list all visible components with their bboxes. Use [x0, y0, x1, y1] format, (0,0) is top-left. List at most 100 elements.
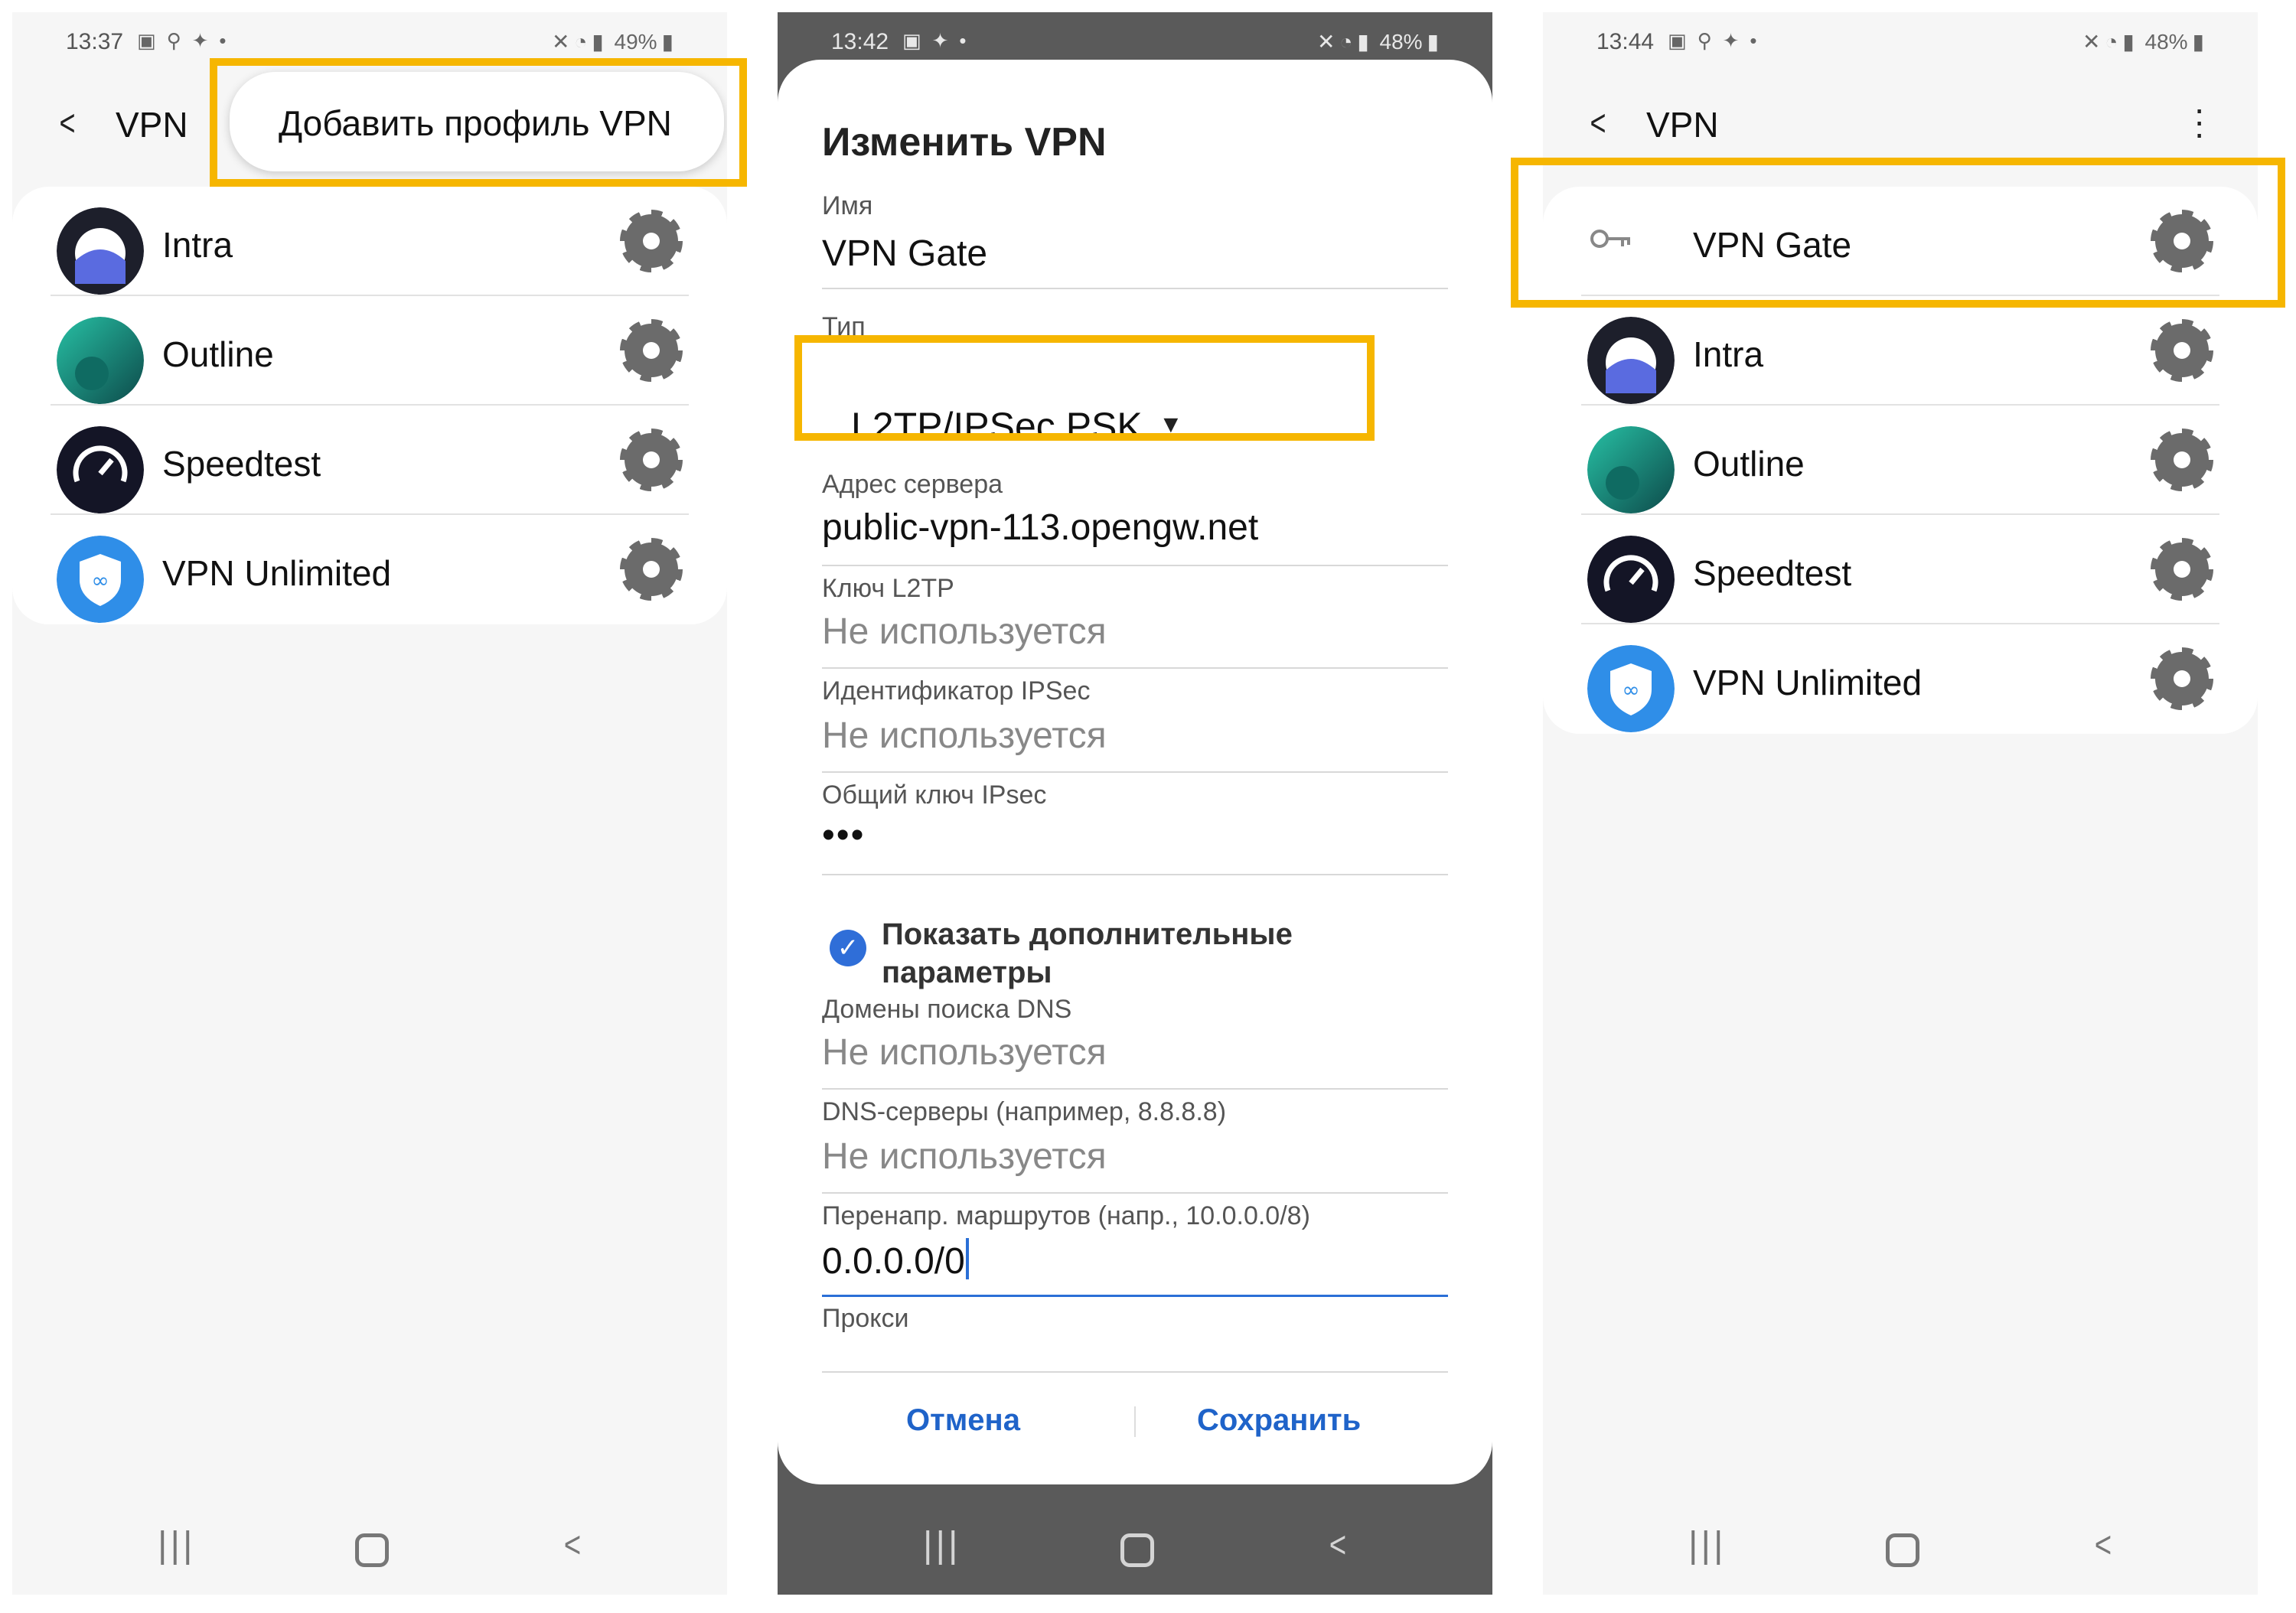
routes-input[interactable]: 0.0.0.0/0 — [822, 1238, 969, 1282]
mute-icon: ✕ — [551, 30, 570, 54]
list-item-label: Intra — [1693, 334, 1764, 374]
mute-icon: ✕ — [2082, 30, 2101, 54]
list-item-label: VPN Unlimited — [1693, 663, 1923, 702]
intra-app-icon — [1587, 317, 1675, 404]
list-item[interactable]: ∞ VPN Unlimited — [12, 515, 727, 624]
status-right: ✕ ◔ ▮ 49% ▮ — [547, 29, 673, 54]
screen-edit-vpn: 13:42 ▣✦• ✕ ◔ ▮ 48% ▮ Изменить VPN Имя VPN … — [778, 12, 1492, 1595]
server-value[interactable]: public-vpn-113.opengw.net — [822, 507, 1258, 549]
back-arrow-icon[interactable]: < — [1590, 103, 1606, 145]
more-options-icon[interactable]: · · · — [2193, 91, 2205, 151]
battery-icon: ▮ — [2192, 30, 2204, 54]
screen-vpn-list-with-menu: 13:37 ▣⚲✦• ✕ ◔ ▮ 49% ▮ < VPN Добавить профи… — [12, 12, 727, 1595]
vpn-unlimited-app-icon: ∞ — [57, 536, 144, 623]
status-bar: 13:37 ▣⚲✦• ✕ ◔ ▮ 49% ▮ — [12, 12, 727, 73]
list-item[interactable]: Outline — [12, 296, 727, 406]
dialog-title: Изменить VPN — [822, 120, 1107, 165]
type-dropdown[interactable]: L2TP/IPSec PSK — [851, 404, 1143, 448]
list-item-label: Intra — [162, 225, 233, 265]
nav-back-icon[interactable]: < — [2095, 1524, 2112, 1566]
outline-app-icon — [57, 317, 144, 404]
screen-vpn-list-added: 13:44 ▣⚲✦• ✕ ◔ ▮ 48% ▮ < VPN · · · VPN Gate I… — [1543, 12, 2258, 1595]
gear-icon[interactable] — [2151, 538, 2213, 601]
show-advanced-label[interactable]: Показать дополнительные параметры — [882, 915, 1310, 992]
dns-domains-value[interactable]: Не используется — [822, 1031, 1107, 1074]
gear-icon[interactable] — [620, 538, 683, 601]
recent-apps-icon[interactable]: ||| — [1688, 1524, 1726, 1566]
battery-icon: ▮ — [661, 30, 673, 54]
text-caret — [965, 1238, 969, 1279]
gear-icon[interactable] — [620, 429, 683, 491]
page-title: VPN — [116, 105, 188, 145]
list-item-label: Outline — [1693, 444, 1805, 484]
l2tp-key-value[interactable]: Не используется — [822, 611, 1107, 653]
gear-icon[interactable] — [620, 319, 683, 382]
ipsec-psk-value[interactable]: ••• — [822, 814, 865, 856]
name-value[interactable]: VPN Gate — [822, 233, 987, 275]
cancel-button[interactable]: Отмена — [906, 1403, 1020, 1438]
gear-icon[interactable] — [2151, 210, 2213, 272]
list-item[interactable]: Speedtest — [1543, 515, 2258, 624]
battery-percent: 49% — [614, 30, 657, 54]
add-vpn-profile-menu-item[interactable]: Добавить профиль VPN — [230, 72, 724, 171]
nav-back-icon[interactable]: < — [564, 1524, 581, 1566]
status-time: 13:44 — [1596, 29, 1655, 54]
dns-servers-value[interactable]: Не используется — [822, 1136, 1107, 1178]
save-button[interactable]: Сохранить — [1197, 1403, 1361, 1438]
nav-back-icon[interactable]: < — [1329, 1524, 1346, 1566]
show-advanced-checkbox[interactable]: ✓ — [830, 930, 866, 966]
server-label: Адрес сервера — [822, 470, 1003, 499]
signal-icon: ▮ — [592, 30, 604, 54]
home-icon[interactable] — [1886, 1533, 1919, 1567]
system-nav-bar: ||| < — [12, 1503, 727, 1595]
home-icon[interactable] — [355, 1533, 389, 1567]
menu-item-label: Добавить профиль VPN — [279, 103, 672, 143]
notification-icons: ▣⚲✦• — [1668, 29, 1768, 52]
dropdown-arrow-icon[interactable]: ▼ — [1159, 410, 1183, 438]
proxy-label: Прокси — [822, 1304, 909, 1333]
wifi-icon: ◔ — [574, 30, 588, 54]
svg-text:∞: ∞ — [91, 568, 109, 593]
edit-vpn-dialog: Изменить VPN Имя VPN Gate Тип L2TP/IPSec… — [778, 60, 1492, 1484]
signal-icon: ▮ — [2122, 30, 2135, 54]
list-item-label: Outline — [162, 334, 274, 374]
intra-app-icon — [57, 207, 144, 295]
status-right: ✕ ◔ ▮ 48% ▮ — [1313, 29, 1439, 54]
l2tp-key-label: Ключ L2TP — [822, 574, 954, 603]
home-icon[interactable] — [1120, 1533, 1154, 1567]
wifi-icon: ◔ — [1339, 30, 1353, 54]
list-item[interactable]: VPN Gate — [1543, 187, 2258, 296]
list-item[interactable]: Outline — [1543, 406, 2258, 515]
dns-domains-label: Домены поиска DNS — [822, 995, 1072, 1024]
gear-icon[interactable] — [2151, 429, 2213, 491]
list-item-label: VPN Unlimited — [162, 553, 392, 593]
list-item[interactable]: Speedtest — [12, 406, 727, 515]
gear-icon[interactable] — [620, 210, 683, 272]
back-arrow-icon[interactable]: < — [60, 103, 76, 145]
list-item[interactable]: ∞ VPN Unlimited — [1543, 624, 2258, 734]
list-item-label: VPN Gate — [1693, 225, 1852, 265]
vpn-list: Intra Outline Speedtest ∞ VPN Unlimited — [12, 187, 727, 624]
gear-icon[interactable] — [2151, 647, 2213, 710]
gear-icon[interactable] — [2151, 319, 2213, 382]
signal-icon: ▮ — [1357, 30, 1369, 54]
notification-icons: ▣✦• — [902, 29, 977, 52]
recent-apps-icon[interactable]: ||| — [158, 1524, 195, 1566]
button-divider — [1134, 1406, 1136, 1437]
battery-percent: 48% — [2144, 30, 2188, 54]
list-item[interactable]: Intra — [1543, 296, 2258, 406]
routes-value: 0.0.0.0/0 — [822, 1241, 965, 1282]
battery-icon: ▮ — [1427, 30, 1439, 54]
mute-icon: ✕ — [1316, 30, 1336, 54]
list-item[interactable]: Intra — [12, 187, 727, 296]
recent-apps-icon[interactable]: ||| — [923, 1524, 960, 1566]
name-label: Имя — [822, 191, 873, 220]
status-time: 13:37 — [66, 29, 124, 54]
system-nav-bar: ||| < — [778, 1503, 1492, 1595]
list-item-label: Speedtest — [162, 444, 321, 484]
ipsec-id-value[interactable]: Не используется — [822, 715, 1107, 757]
speedtest-app-icon — [1587, 536, 1675, 623]
outline-app-icon — [1587, 426, 1675, 513]
dns-servers-label: DNS-серверы (например, 8.8.8.8) — [822, 1097, 1227, 1126]
ipsec-id-label: Идентификатор IPSec — [822, 676, 1091, 705]
